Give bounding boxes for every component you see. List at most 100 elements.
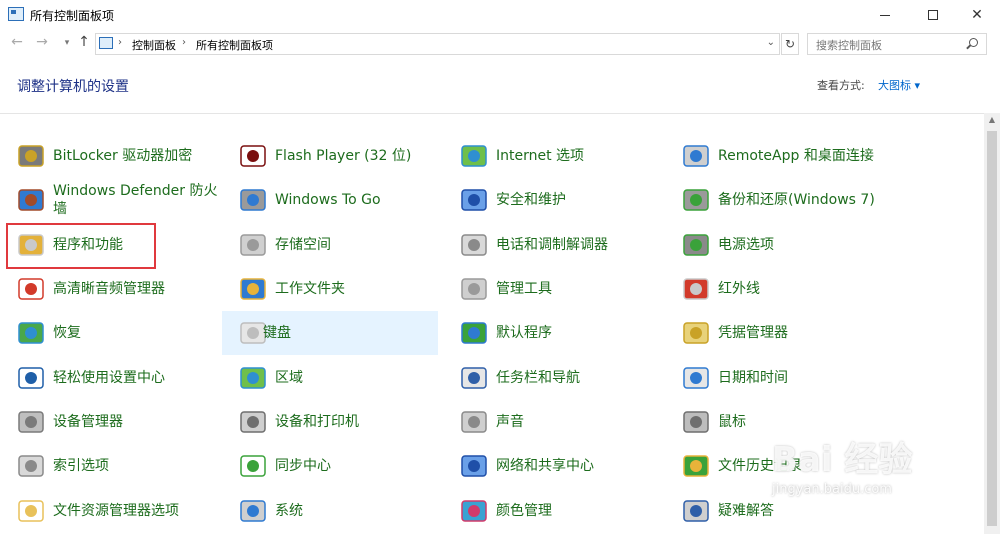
- breadcrumb-separator-icon[interactable]: ›: [118, 37, 122, 48]
- cp-item-printer[interactable]: 设备和打印机: [236, 400, 451, 444]
- cp-item-mouse[interactable]: 鼠标: [679, 400, 894, 444]
- refresh-button[interactable]: ↻: [781, 33, 799, 55]
- address-bar[interactable]: › 控制面板 › 所有控制面板项 ⌄: [95, 33, 780, 55]
- infrared-icon: [681, 274, 711, 304]
- cp-item-ease-of-access[interactable]: 轻松使用设置中心: [14, 356, 229, 400]
- scrollbar-thumb[interactable]: [987, 131, 997, 526]
- breadcrumb-separator-icon[interactable]: ›: [182, 37, 186, 48]
- cp-item-label: RemoteApp 和桌面连接: [718, 148, 874, 164]
- sync-icon: [238, 451, 268, 481]
- cp-item-label: 凭据管理器: [718, 325, 788, 341]
- cp-item-sync[interactable]: 同步中心: [236, 444, 451, 488]
- breadcrumb-control-panel[interactable]: 控制面板: [132, 37, 176, 53]
- cp-item-color-management[interactable]: 颜色管理: [457, 489, 672, 533]
- cp-item-backup[interactable]: 备份和还原(Windows 7): [679, 178, 894, 222]
- cp-item-label: 电话和调制解调器: [496, 237, 608, 253]
- cp-item-keyboard[interactable]: 键盘: [222, 311, 438, 355]
- region-icon: [238, 363, 268, 393]
- cp-item-security-flag[interactable]: 安全和维护: [457, 178, 672, 222]
- scroll-up-arrow-icon[interactable]: ▲: [984, 115, 1000, 124]
- vertical-scrollbar[interactable]: ▲: [984, 113, 1000, 534]
- cp-item-phone-modem[interactable]: 电话和调制解调器: [457, 223, 672, 267]
- taskbar-icon: [459, 363, 489, 393]
- minimize-icon: [880, 14, 890, 16]
- view-by-label: 查看方式:: [817, 79, 865, 92]
- cp-item-label: 同步中心: [275, 458, 331, 474]
- cp-item-label: 文件历史记录: [718, 458, 802, 474]
- flash-icon: [238, 141, 268, 171]
- window-title: 所有控制面板项: [30, 9, 115, 23]
- network-icon: [459, 451, 489, 481]
- up-arrow-icon[interactable]: ↑: [75, 34, 93, 50]
- cp-item-admin-tools[interactable]: 管理工具: [457, 267, 672, 311]
- indexing-icon: [16, 451, 46, 481]
- firewall-icon: [16, 185, 46, 215]
- cp-item-explorer-options[interactable]: 文件资源管理器选项: [14, 489, 229, 533]
- cp-item-infrared[interactable]: 红外线: [679, 267, 894, 311]
- cp-item-flash[interactable]: Flash Player (32 位): [236, 134, 451, 178]
- cp-item-label: Windows Defender 防火墙: [53, 183, 218, 217]
- cp-item-label: 轻松使用设置中心: [53, 370, 165, 386]
- minimize-button[interactable]: [862, 0, 908, 30]
- cp-item-label: 文件资源管理器选项: [53, 503, 179, 519]
- cp-item-file-history[interactable]: 文件历史记录: [679, 444, 894, 488]
- audio-manager-icon: [16, 274, 46, 304]
- view-by-dropdown[interactable]: 大图标 ▾: [878, 77, 920, 93]
- mouse-icon: [681, 407, 711, 437]
- highlight-annotation-box: [6, 223, 156, 269]
- cp-item-label: 高清晰音频管理器: [53, 281, 165, 297]
- cp-item-label: 键盘: [263, 325, 291, 341]
- cp-item-default-programs[interactable]: 默认程序: [457, 311, 672, 355]
- cp-item-sound[interactable]: 声音: [457, 400, 672, 444]
- navigation-bar: ← → ▾ ↑ › 控制面板 › 所有控制面板项 ⌄ ↻ 搜索控制面板: [0, 30, 1000, 56]
- control-panel-icon: [8, 7, 24, 21]
- cp-item-label: 索引选项: [53, 458, 109, 474]
- control-panel-items: BitLocker 驱动器加密 Windows Defender 防火墙 程序和功能…: [0, 134, 984, 534]
- cp-item-audio-manager[interactable]: 高清晰音频管理器: [14, 267, 229, 311]
- security-flag-icon: [459, 185, 489, 215]
- cp-item-indexing[interactable]: 索引选项: [14, 444, 229, 488]
- recent-locations-chevron-icon[interactable]: ▾: [58, 38, 76, 48]
- cp-item-label: 默认程序: [496, 325, 552, 341]
- cp-item-system[interactable]: 系统: [236, 489, 451, 533]
- cp-item-label: 疑难解答: [718, 503, 774, 519]
- cp-item-recovery[interactable]: 恢复: [14, 311, 229, 355]
- power-icon: [681, 230, 711, 260]
- cp-item-network[interactable]: 网络和共享中心: [457, 444, 672, 488]
- cp-item-power[interactable]: 电源选项: [679, 223, 894, 267]
- page-title: 调整计算机的设置: [17, 79, 129, 95]
- cp-item-bitlocker[interactable]: BitLocker 驱动器加密: [14, 134, 229, 178]
- cp-item-taskbar[interactable]: 任务栏和导航: [457, 356, 672, 400]
- back-arrow-icon[interactable]: ←: [8, 34, 26, 50]
- cp-item-troubleshoot[interactable]: 疑难解答: [679, 489, 894, 533]
- cp-item-internet-options[interactable]: Internet 选项: [457, 134, 672, 178]
- cp-item-label: 恢复: [53, 325, 81, 341]
- cp-item-credential[interactable]: 凭据管理器: [679, 311, 894, 355]
- cp-item-storage-spaces[interactable]: 存储空间: [236, 223, 451, 267]
- cp-item-region[interactable]: 区域: [236, 356, 451, 400]
- search-input[interactable]: 搜索控制面板: [807, 33, 987, 55]
- cp-item-label: 网络和共享中心: [496, 458, 594, 474]
- cp-item-label: 设备管理器: [53, 414, 123, 430]
- forward-arrow-icon[interactable]: →: [33, 34, 51, 50]
- cp-item-remoteapp[interactable]: RemoteApp 和桌面连接: [679, 134, 894, 178]
- search-placeholder: 搜索控制面板: [816, 39, 882, 52]
- maximize-button[interactable]: [910, 0, 956, 30]
- credential-icon: [681, 318, 711, 348]
- cp-item-firewall[interactable]: Windows Defender 防火墙: [14, 178, 229, 222]
- cp-item-date-time[interactable]: 日期和时间: [679, 356, 894, 400]
- internet-options-icon: [459, 141, 489, 171]
- cp-item-label: 鼠标: [718, 414, 746, 430]
- cp-item-windows-to-go[interactable]: Windows To Go: [236, 178, 451, 222]
- close-button[interactable]: ✕: [954, 0, 1000, 30]
- cp-item-label: Flash Player (32 位): [275, 148, 412, 164]
- cp-item-label: Internet 选项: [496, 148, 585, 164]
- backup-icon: [681, 185, 711, 215]
- cp-item-device-manager[interactable]: 设备管理器: [14, 400, 229, 444]
- cp-item-label: 系统: [275, 503, 303, 519]
- search-icon[interactable]: [969, 38, 978, 47]
- cp-item-label: 区域: [275, 370, 303, 386]
- cp-item-work-folders[interactable]: 工作文件夹: [236, 267, 451, 311]
- address-dropdown-chevron-icon[interactable]: ⌄: [767, 37, 775, 48]
- breadcrumb-all-items[interactable]: 所有控制面板项: [196, 37, 273, 53]
